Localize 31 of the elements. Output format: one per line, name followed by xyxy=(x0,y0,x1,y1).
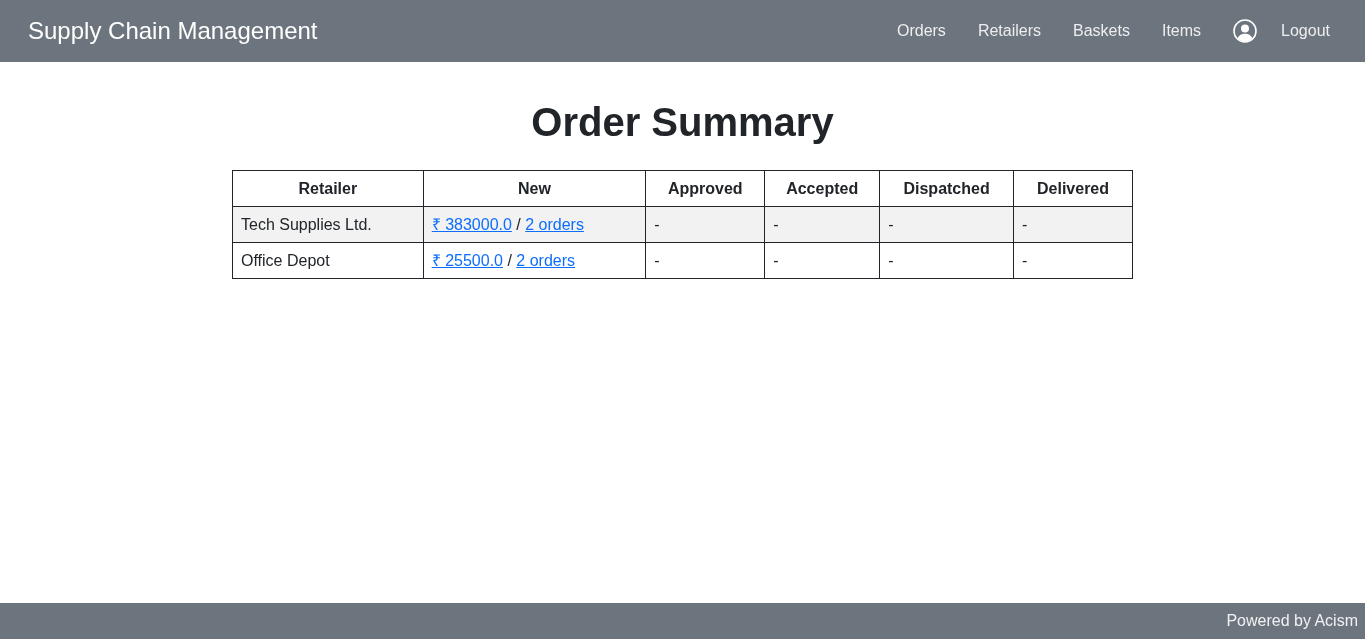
column-header: Approved xyxy=(645,170,765,207)
page-heading: Order Summary xyxy=(531,99,834,146)
table-cell: - xyxy=(879,242,1014,279)
nav-link[interactable]: Items xyxy=(1145,14,1218,48)
retailer-cell: Tech Supplies Ltd. xyxy=(232,206,424,243)
column-header: Retailer xyxy=(232,170,424,207)
table-cell: - xyxy=(1013,206,1133,243)
nav-link[interactable]: Retailers xyxy=(961,14,1057,48)
amount-link[interactable]: ₹ 25500.0 xyxy=(431,252,503,269)
table-cell: - xyxy=(764,206,880,243)
table-cell: - xyxy=(645,242,765,279)
separator-text: / xyxy=(507,252,512,269)
retailer-cell: Office Depot xyxy=(232,242,424,279)
column-header: Dispatched xyxy=(879,170,1014,207)
user-avatar-icon[interactable] xyxy=(1233,19,1258,43)
column-header: Accepted xyxy=(764,170,880,207)
logout-link[interactable]: Logout xyxy=(1265,14,1346,48)
table-cell: - xyxy=(764,242,880,279)
orders-link[interactable]: 2 orders xyxy=(525,216,584,233)
table-cell: - xyxy=(645,206,765,243)
nav-link[interactable]: Orders xyxy=(880,14,962,48)
amount-link[interactable]: ₹ 383000.0 xyxy=(431,216,512,233)
table-cell: - xyxy=(1013,242,1133,279)
orders-link[interactable]: 2 orders xyxy=(516,252,576,269)
column-header: New xyxy=(423,170,646,207)
brand-title[interactable]: Supply Chain Management xyxy=(28,17,318,45)
nav-link[interactable]: Baskets xyxy=(1057,14,1146,48)
footer-text: Powered by Acism xyxy=(1226,612,1358,630)
column-header: Delivered xyxy=(1013,170,1133,207)
separator-text: / xyxy=(516,216,521,233)
table-cell: - xyxy=(879,206,1014,243)
